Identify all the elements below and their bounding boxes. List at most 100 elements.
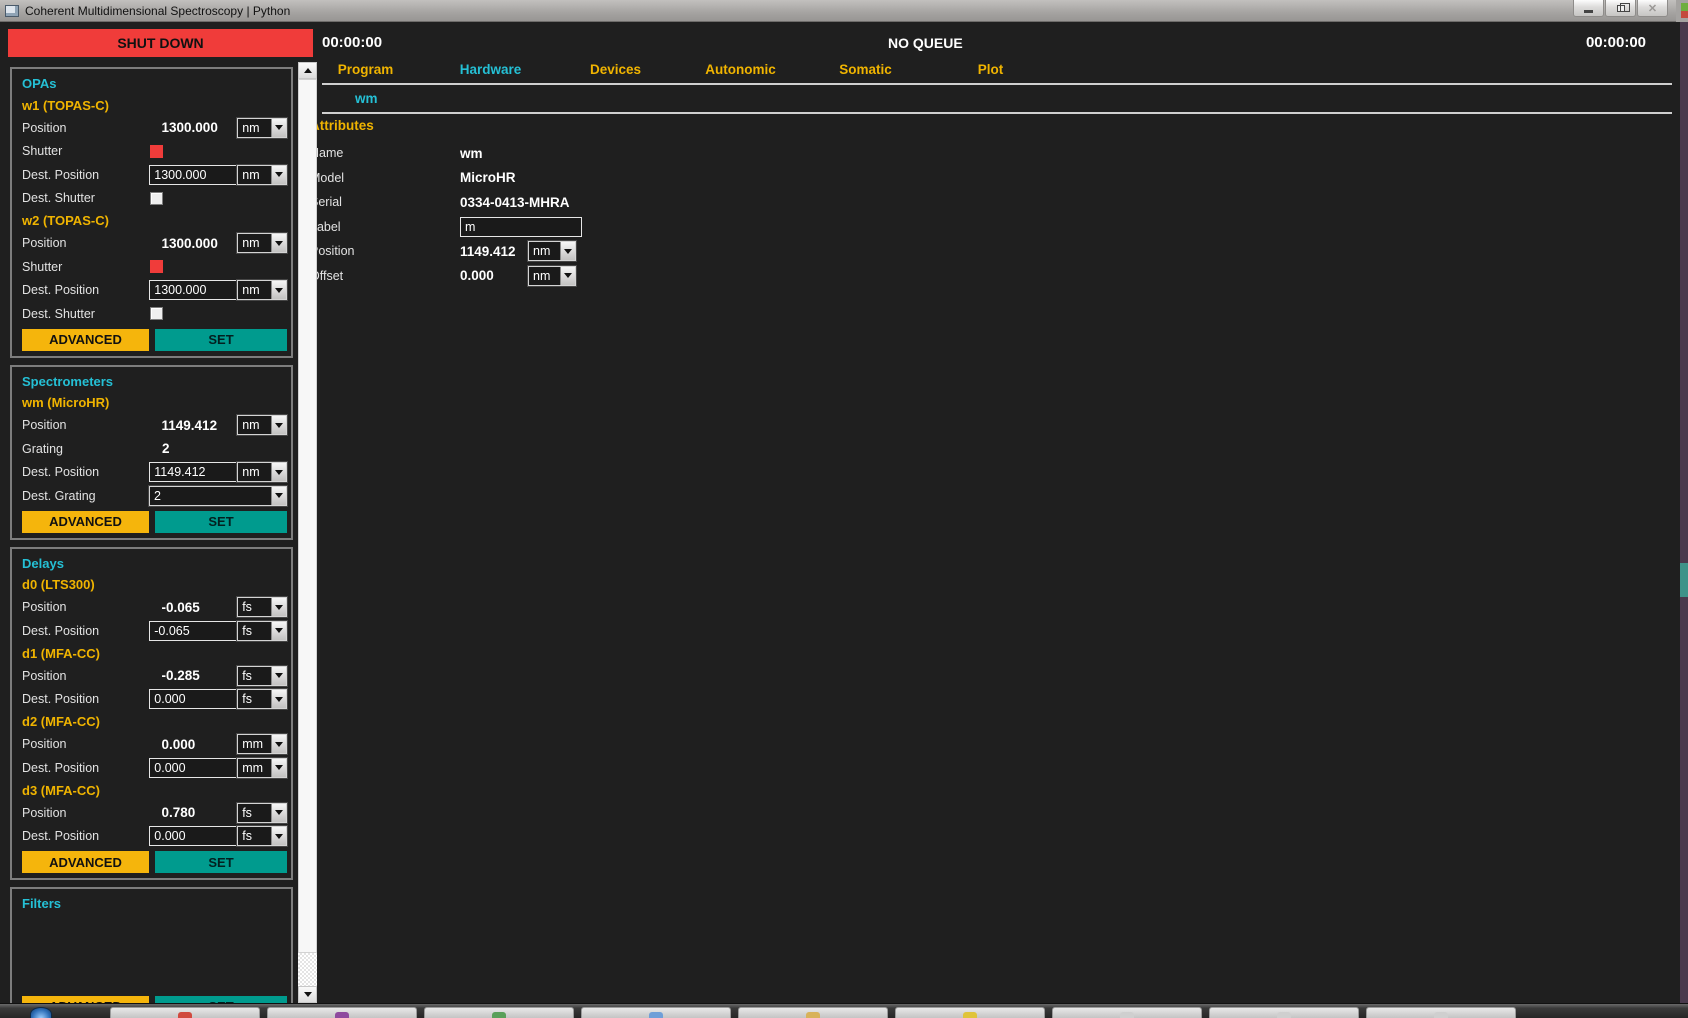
scrollbar-thumb[interactable] [298, 79, 317, 953]
close-button[interactable]: ✕ [1637, 0, 1668, 17]
unit-dropdown[interactable]: nm [237, 165, 287, 185]
set-button[interactable]: SET [155, 329, 287, 351]
unit-dropdown[interactable]: mm [237, 758, 287, 778]
scroll-up-button[interactable] [298, 62, 317, 79]
taskbar-app-red[interactable] [110, 1007, 260, 1018]
chevron-down-icon[interactable] [271, 667, 286, 685]
unit-dropdown-value: mm [238, 735, 271, 753]
shut-down-button[interactable]: SHUT DOWN [8, 29, 313, 57]
taskbar-app-window-icon [649, 1012, 663, 1018]
dest-position-input[interactable] [149, 621, 237, 641]
chevron-down-icon[interactable] [560, 242, 575, 260]
chevron-down-icon[interactable] [271, 166, 286, 184]
chevron-down-icon[interactable] [560, 267, 575, 285]
dest-position-input[interactable] [149, 165, 237, 185]
start-button[interactable] [30, 1007, 52, 1018]
taskbar-app-green[interactable] [424, 1007, 574, 1018]
unit-dropdown[interactable]: fs [237, 666, 287, 686]
sidebar-row-dest-position: Dest. Positionnm [22, 279, 287, 303]
set-button[interactable]: SET [155, 996, 287, 1004]
shutter-indicator [150, 260, 163, 273]
chevron-down-icon[interactable] [271, 804, 286, 822]
chevron-down-icon[interactable] [271, 690, 286, 708]
taskbar-app-gray2[interactable] [1209, 1007, 1359, 1018]
subtab-wm[interactable]: wm [355, 91, 378, 106]
position-value: 0.000 [150, 737, 196, 752]
chevron-down-icon[interactable] [271, 759, 286, 777]
tab-devices[interactable]: Devices [553, 62, 678, 81]
unit-dropdown[interactable]: nm [237, 415, 287, 435]
chevron-down-icon[interactable] [271, 735, 286, 753]
tab-program[interactable]: Program [303, 62, 428, 81]
unit-dropdown[interactable]: nm [237, 462, 287, 482]
advanced-button[interactable]: ADVANCED [22, 329, 149, 351]
unit-dropdown[interactable]: fs [237, 689, 287, 709]
chevron-down-icon[interactable] [271, 281, 286, 299]
unit-dropdown[interactable]: nm [237, 233, 287, 253]
taskbar-app-gray3[interactable] [1366, 1007, 1516, 1018]
unit-dropdown[interactable]: mm [237, 734, 287, 754]
chevron-down-icon[interactable] [271, 416, 286, 434]
sidebar-row-label: Dest. Shutter [22, 307, 150, 321]
sidebar-scrollbar[interactable] [298, 62, 317, 1003]
group-title: Spectrometers [22, 371, 287, 393]
tab-hardware[interactable]: Hardware [428, 62, 553, 81]
dest-grating-select[interactable]: 2 [149, 486, 287, 506]
taskbar-app-purple[interactable] [267, 1007, 417, 1018]
chevron-down-icon[interactable] [271, 827, 286, 845]
attribute-row-name: Namewm [310, 141, 910, 166]
unit-dropdown[interactable]: nm [237, 118, 287, 138]
label-input[interactable] [460, 217, 582, 237]
position-value: 1300.000 [150, 236, 218, 251]
dest-position-input[interactable] [149, 826, 237, 846]
dest-shutter-checkbox[interactable] [150, 307, 163, 320]
unit-dropdown[interactable]: fs [237, 597, 287, 617]
chevron-down-icon[interactable] [271, 234, 286, 252]
chevron-down-icon[interactable] [271, 463, 286, 481]
position-value: -0.285 [150, 668, 200, 683]
unit-dropdown[interactable]: fs [237, 803, 287, 823]
chevron-down-icon[interactable] [271, 598, 286, 616]
taskbar-app-yellow[interactable] [895, 1007, 1045, 1018]
advanced-button[interactable]: ADVANCED [22, 996, 149, 1004]
chevron-down-icon[interactable] [271, 622, 286, 640]
minimize-button[interactable] [1573, 0, 1604, 17]
dest-position-input[interactable] [149, 689, 237, 709]
attribute-row-position: Position1149.412nm [310, 239, 910, 264]
tab-plot[interactable]: Plot [928, 62, 1053, 81]
unit-dropdown[interactable]: fs [237, 826, 287, 846]
taskbar-app-folder[interactable] [738, 1007, 888, 1018]
unit-dropdown[interactable]: nm [528, 241, 576, 261]
scrollbar-track[interactable] [298, 953, 317, 986]
sidebar-row-label: Dest. Position [22, 465, 149, 479]
attribute-label: Serial [310, 195, 460, 209]
set-button[interactable]: SET [155, 511, 287, 533]
advanced-button[interactable]: ADVANCED [22, 511, 149, 533]
tab-somatic[interactable]: Somatic [803, 62, 928, 81]
advanced-button[interactable]: ADVANCED [22, 851, 149, 873]
chevron-down-icon[interactable] [271, 119, 286, 137]
unit-dropdown[interactable]: nm [528, 266, 576, 286]
scroll-down-button[interactable] [298, 986, 317, 1003]
sidebar-row-dest-shutter: Dest. Shutter [22, 187, 287, 211]
unit-dropdown[interactable]: nm [237, 280, 287, 300]
dest-position-input[interactable] [149, 758, 237, 778]
unit-dropdown[interactable]: fs [237, 621, 287, 641]
unit-dropdown-value: 2 [150, 487, 271, 505]
taskbar-app-gray1[interactable] [1052, 1007, 1202, 1018]
set-button[interactable]: SET [155, 851, 287, 873]
tab-autonomic[interactable]: Autonomic [678, 62, 803, 81]
sidebar-row-position: Position1149.412nm [22, 414, 287, 438]
sidebar-row-grating: Grating2 [22, 437, 287, 461]
taskbar-app-window[interactable] [581, 1007, 731, 1018]
restore-button[interactable] [1605, 0, 1636, 17]
dest-position-input[interactable] [149, 280, 237, 300]
sidebar-row-label: Position [22, 806, 150, 820]
sidebar-row-label: Dest. Position [22, 168, 149, 182]
dest-position-input[interactable] [149, 462, 237, 482]
sidebar-row-dest-position: Dest. Position nm [22, 163, 287, 187]
dest-shutter-checkbox[interactable] [150, 192, 163, 205]
chevron-down-icon[interactable] [271, 487, 286, 505]
sidebar-row-label: Dest. Grating [22, 489, 149, 503]
sidebar-row-dest-position: Dest. Positionfs [22, 619, 287, 643]
